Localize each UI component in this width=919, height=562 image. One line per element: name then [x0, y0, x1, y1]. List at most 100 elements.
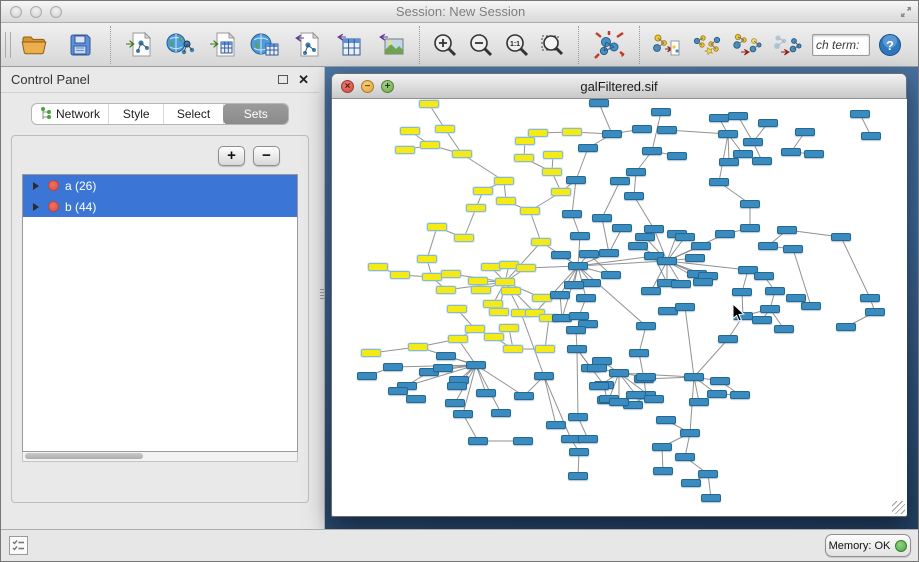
graph-node[interactable] — [644, 395, 664, 403]
graph-node[interactable] — [860, 294, 880, 302]
graph-node[interactable] — [675, 233, 695, 241]
graph-node[interactable] — [609, 369, 629, 377]
graph-node[interactable] — [466, 361, 486, 369]
graph-node[interactable] — [476, 389, 496, 397]
graph-node[interactable] — [781, 148, 801, 156]
graph-node[interactable] — [569, 448, 589, 456]
graph-node[interactable] — [719, 158, 739, 166]
graph-node[interactable] — [528, 129, 548, 137]
graph-node[interactable] — [489, 308, 509, 316]
graph-node[interactable] — [865, 308, 885, 316]
graph-node[interactable] — [368, 263, 388, 271]
graph-node[interactable] — [685, 254, 705, 262]
graph-node[interactable] — [534, 372, 554, 380]
graph-node[interactable] — [624, 192, 644, 200]
import-table-from-file-button[interactable] — [202, 25, 244, 65]
graph-node[interactable] — [671, 280, 691, 288]
memory-status-button[interactable]: Memory: OK — [825, 534, 911, 557]
add-set-button[interactable]: + — [218, 146, 245, 166]
graph-node[interactable] — [709, 178, 729, 186]
graph-node[interactable] — [715, 230, 735, 238]
graph-node[interactable] — [383, 363, 403, 371]
minimize-view-icon[interactable]: − — [361, 80, 374, 93]
remove-set-button[interactable]: − — [253, 146, 280, 166]
graph-node[interactable] — [592, 214, 612, 222]
graph-node[interactable] — [758, 242, 778, 250]
graph-node[interactable] — [551, 188, 571, 196]
graph-node[interactable] — [730, 391, 750, 399]
disclosure-triangle-icon[interactable] — [33, 182, 39, 190]
graph-node[interactable] — [579, 250, 599, 258]
graph-node[interactable] — [587, 364, 607, 372]
graph-node[interactable] — [566, 176, 586, 184]
graph-node[interactable] — [728, 112, 748, 120]
graph-node[interactable] — [578, 435, 598, 443]
graph-node[interactable] — [783, 245, 803, 253]
graph-node[interactable] — [795, 128, 815, 136]
zoom-fit-content-button[interactable] — [535, 25, 571, 65]
close-panel-icon[interactable]: ✕ — [298, 75, 309, 85]
zoom-out-button[interactable] — [463, 25, 499, 65]
list-item-set-a[interactable]: a (26) — [23, 175, 297, 196]
graph-node[interactable] — [609, 398, 629, 406]
tab-network[interactable]: Network — [32, 104, 109, 124]
open-session-button[interactable] — [11, 25, 57, 65]
merge-networks-to-file-button[interactable] — [647, 25, 687, 65]
tab-select[interactable]: Select — [164, 104, 223, 124]
graph-node[interactable] — [441, 270, 461, 278]
close-view-icon[interactable]: × — [341, 80, 354, 93]
graph-node[interactable] — [542, 168, 562, 176]
graph-node[interactable] — [357, 372, 377, 380]
graph-node[interactable] — [494, 177, 514, 185]
graph-node[interactable] — [532, 294, 552, 302]
graph-node[interactable] — [515, 137, 535, 145]
graph-node[interactable] — [681, 479, 701, 487]
graph-node[interactable] — [836, 323, 856, 331]
graph-node[interactable] — [628, 242, 648, 250]
graph-node[interactable] — [499, 324, 519, 332]
zoom-actual-size-button[interactable]: 1:1 — [499, 25, 535, 65]
graph-node[interactable] — [626, 168, 646, 176]
window-resize-grip[interactable] — [892, 501, 905, 514]
graph-node[interactable] — [635, 233, 655, 241]
graph-node[interactable] — [675, 303, 695, 311]
merge-networks-intersection-button[interactable] — [767, 25, 807, 65]
graph-node[interactable] — [831, 233, 851, 241]
graph-node[interactable] — [626, 391, 646, 399]
graph-node[interactable] — [581, 279, 601, 287]
graph-node[interactable] — [481, 263, 501, 271]
graph-node[interactable] — [567, 345, 587, 353]
graph-node[interactable] — [602, 130, 622, 138]
graph-node[interactable] — [447, 305, 467, 313]
graph-node[interactable] — [850, 110, 870, 118]
graph-node[interactable] — [447, 382, 467, 390]
graph-node[interactable] — [636, 322, 656, 330]
graph-node[interactable] — [570, 232, 590, 240]
help-button[interactable]: ? — [878, 33, 902, 57]
graph-node[interactable] — [732, 288, 752, 296]
graph-node[interactable] — [491, 409, 511, 417]
graph-node[interactable] — [569, 312, 589, 320]
graph-node[interactable] — [601, 271, 621, 279]
graph-node[interactable] — [651, 108, 671, 116]
graph-node[interactable] — [709, 114, 729, 122]
export-network-button[interactable] — [286, 25, 328, 65]
tab-sets[interactable]: Sets — [223, 103, 289, 125]
graph-node[interactable] — [420, 141, 440, 149]
fullscreen-icon[interactable] — [898, 4, 914, 20]
graph-node[interactable] — [804, 150, 824, 158]
graph-node[interactable] — [752, 316, 772, 324]
graph-node[interactable] — [691, 242, 711, 250]
graph-node[interactable] — [417, 255, 437, 263]
graph-node[interactable] — [516, 264, 536, 272]
graph-node[interactable] — [484, 333, 504, 341]
scrollbar-thumb[interactable] — [25, 453, 143, 459]
graph-node[interactable] — [361, 349, 381, 357]
graph-node[interactable] — [644, 225, 664, 233]
graph-node[interactable] — [568, 472, 588, 480]
task-history-button[interactable] — [9, 536, 28, 555]
graph-node[interactable] — [546, 421, 566, 429]
graph-node[interactable] — [435, 125, 455, 133]
apply-preferred-layout-button[interactable] — [586, 25, 632, 65]
graph-node[interactable] — [388, 387, 408, 395]
